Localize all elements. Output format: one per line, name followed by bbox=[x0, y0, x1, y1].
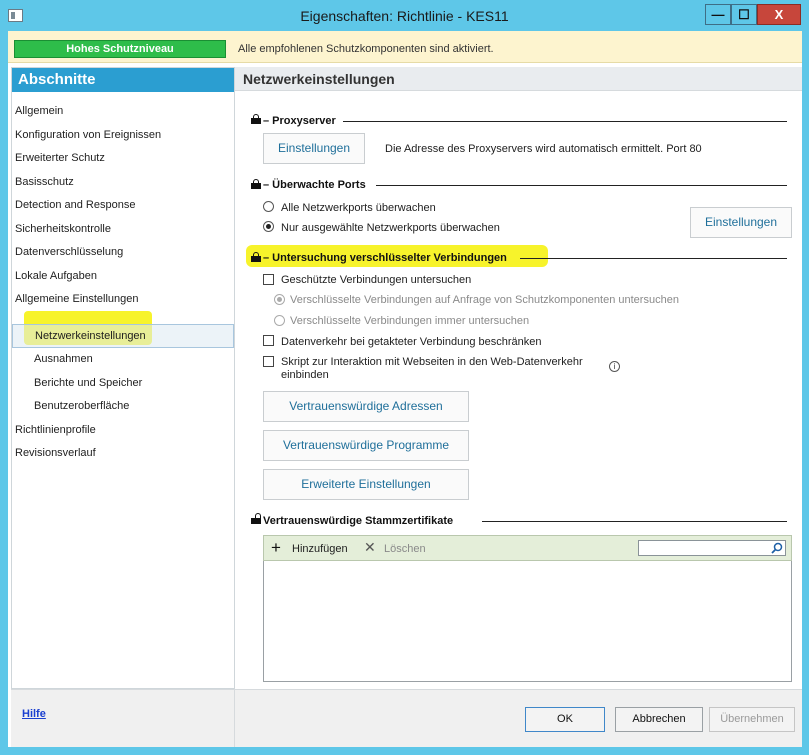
sidebar-item-sicherheitskontrolle[interactable]: Sicherheitskontrolle bbox=[12, 218, 234, 240]
section-divider bbox=[376, 185, 787, 186]
plus-icon[interactable]: + bbox=[271, 538, 281, 557]
sections-sidebar: Abschnitte Allgemein Konfiguration von E… bbox=[11, 67, 235, 689]
radio-on-request[interactable] bbox=[274, 294, 285, 305]
delete-x-icon[interactable]: ✕ bbox=[364, 539, 376, 556]
close-button[interactable]: X bbox=[757, 4, 801, 25]
main-header: Netzwerkeinstellungen bbox=[235, 67, 802, 91]
help-link[interactable]: Hilfe bbox=[22, 708, 46, 720]
sidebar-item-ereignisse[interactable]: Konfiguration von Ereignissen bbox=[12, 124, 234, 146]
ports-settings-button[interactable]: Einstellungen bbox=[690, 207, 792, 238]
radio-always-label: Verschlüsselte Verbindungen immer unters… bbox=[290, 315, 530, 327]
sidebar-item-allgemeine-einstellungen[interactable]: Allgemeine Einstellungen bbox=[12, 288, 234, 310]
cancel-button[interactable]: Abbrechen bbox=[615, 707, 703, 732]
certificate-search-input[interactable] bbox=[638, 540, 786, 556]
check-secure-connections-label: Geschützte Verbindungen untersuchen bbox=[281, 274, 472, 286]
check-inject-script-label-line2: einbinden bbox=[281, 369, 329, 381]
check-metered-connection[interactable] bbox=[263, 335, 274, 346]
radio-selected-ports[interactable] bbox=[263, 221, 274, 232]
sidebar-item-netzwerkeinstellungen[interactable]: Netzwerkeinstellungen bbox=[12, 324, 234, 348]
radio-all-ports[interactable] bbox=[263, 201, 274, 212]
sidebar-item-erweiterter-schutz[interactable]: Erweiterter Schutz bbox=[12, 147, 234, 169]
sidebar-item-basisschutz[interactable]: Basisschutz bbox=[12, 171, 234, 193]
trusted-programs-button[interactable]: Vertrauenswürdige Programme bbox=[263, 430, 469, 461]
sidebar-item-revisionsverlauf[interactable]: Revisionsverlauf bbox=[12, 442, 234, 464]
check-inject-script-label-line1: Skript zur Interaktion mit Webseiten in … bbox=[281, 356, 583, 368]
protection-banner: Hohes Schutzniveau Alle empfohlenen Schu… bbox=[8, 31, 802, 63]
lock-icon[interactable] bbox=[251, 179, 261, 189]
protection-status-text: Alle empfohlenen Schutzkomponenten sind … bbox=[238, 43, 494, 55]
maximize-button[interactable]: ☐ bbox=[731, 4, 757, 25]
info-icon[interactable]: i bbox=[609, 361, 620, 372]
section-divider bbox=[482, 521, 787, 522]
lock-icon[interactable] bbox=[251, 114, 261, 124]
application-window: Eigenschaften: Richtlinie - KES11 — ☐ X … bbox=[0, 0, 809, 755]
sidebar-item-lokale-aufgaben[interactable]: Lokale Aufgaben bbox=[12, 265, 234, 287]
encrypted-section-title: – Untersuchung verschlüsselter Verbindun… bbox=[263, 252, 507, 264]
sidebar-item-benutzeroberflaeche[interactable]: Benutzeroberfläche bbox=[12, 395, 234, 417]
delete-certificate-button[interactable]: Löschen bbox=[384, 543, 426, 555]
sidebar-item-allgemein[interactable]: Allgemein bbox=[12, 100, 234, 122]
ports-section-title: – Überwachte Ports bbox=[263, 179, 366, 191]
lock-icon[interactable] bbox=[251, 252, 261, 262]
certificates-list[interactable] bbox=[263, 561, 792, 682]
radio-all-ports-label: Alle Netzwerkports überwachen bbox=[281, 202, 436, 214]
footer: OK Abbrechen Übernehmen bbox=[235, 689, 802, 747]
unlock-icon[interactable] bbox=[251, 513, 261, 524]
section-divider bbox=[520, 258, 787, 259]
protection-level-badge: Hohes Schutzniveau bbox=[14, 40, 226, 58]
check-metered-connection-label: Datenverkehr bei getakteter Verbindung b… bbox=[281, 336, 542, 348]
check-secure-connections[interactable] bbox=[263, 274, 274, 285]
search-icon[interactable] bbox=[771, 542, 783, 554]
certificates-toolbar: + Hinzufügen ✕ Löschen bbox=[263, 535, 792, 561]
radio-always[interactable] bbox=[274, 315, 285, 326]
footer-left: Hilfe bbox=[11, 689, 235, 747]
minimize-button[interactable]: — bbox=[705, 4, 731, 25]
sidebar-header: Abschnitte bbox=[12, 68, 234, 92]
sidebar-item-berichte-speicher[interactable]: Berichte und Speicher bbox=[12, 372, 234, 394]
sidebar-item-datenverschluesselung[interactable]: Datenverschlüsselung bbox=[12, 241, 234, 263]
certificates-section-title: Vertrauenswürdige Stammzertifikate bbox=[263, 515, 454, 527]
proxy-description: Die Adresse des Proxyservers wird automa… bbox=[385, 143, 702, 155]
advanced-settings-button[interactable]: Erweiterte Einstellungen bbox=[263, 469, 469, 500]
ok-button[interactable]: OK bbox=[525, 707, 605, 732]
title-bar[interactable]: Eigenschaften: Richtlinie - KES11 — ☐ X bbox=[0, 0, 809, 30]
proxy-section-title: – Proxyserver bbox=[263, 115, 336, 127]
check-inject-script[interactable] bbox=[263, 356, 274, 367]
add-certificate-button[interactable]: Hinzufügen bbox=[292, 543, 348, 555]
section-divider bbox=[343, 121, 787, 122]
apply-button[interactable]: Übernehmen bbox=[709, 707, 795, 732]
sidebar-item-ausnahmen[interactable]: Ausnahmen bbox=[12, 348, 234, 370]
sidebar-item-richtlinienprofile[interactable]: Richtlinienprofile bbox=[12, 419, 234, 441]
page-title: Netzwerkeinstellungen bbox=[243, 71, 395, 87]
proxy-settings-button[interactable]: Einstellungen bbox=[263, 133, 365, 164]
radio-selected-ports-label: Nur ausgewählte Netzwerkports überwachen bbox=[281, 222, 500, 234]
sidebar-item-detection-response[interactable]: Detection and Response bbox=[12, 194, 234, 216]
trusted-addresses-button[interactable]: Vertrauenswürdige Adressen bbox=[263, 391, 469, 422]
window-title: Eigenschaften: Richtlinie - KES11 bbox=[300, 8, 509, 24]
radio-on-request-label: Verschlüsselte Verbindungen auf Anfrage … bbox=[290, 294, 679, 306]
dialog-body: Hohes Schutzniveau Alle empfohlenen Schu… bbox=[8, 31, 802, 747]
